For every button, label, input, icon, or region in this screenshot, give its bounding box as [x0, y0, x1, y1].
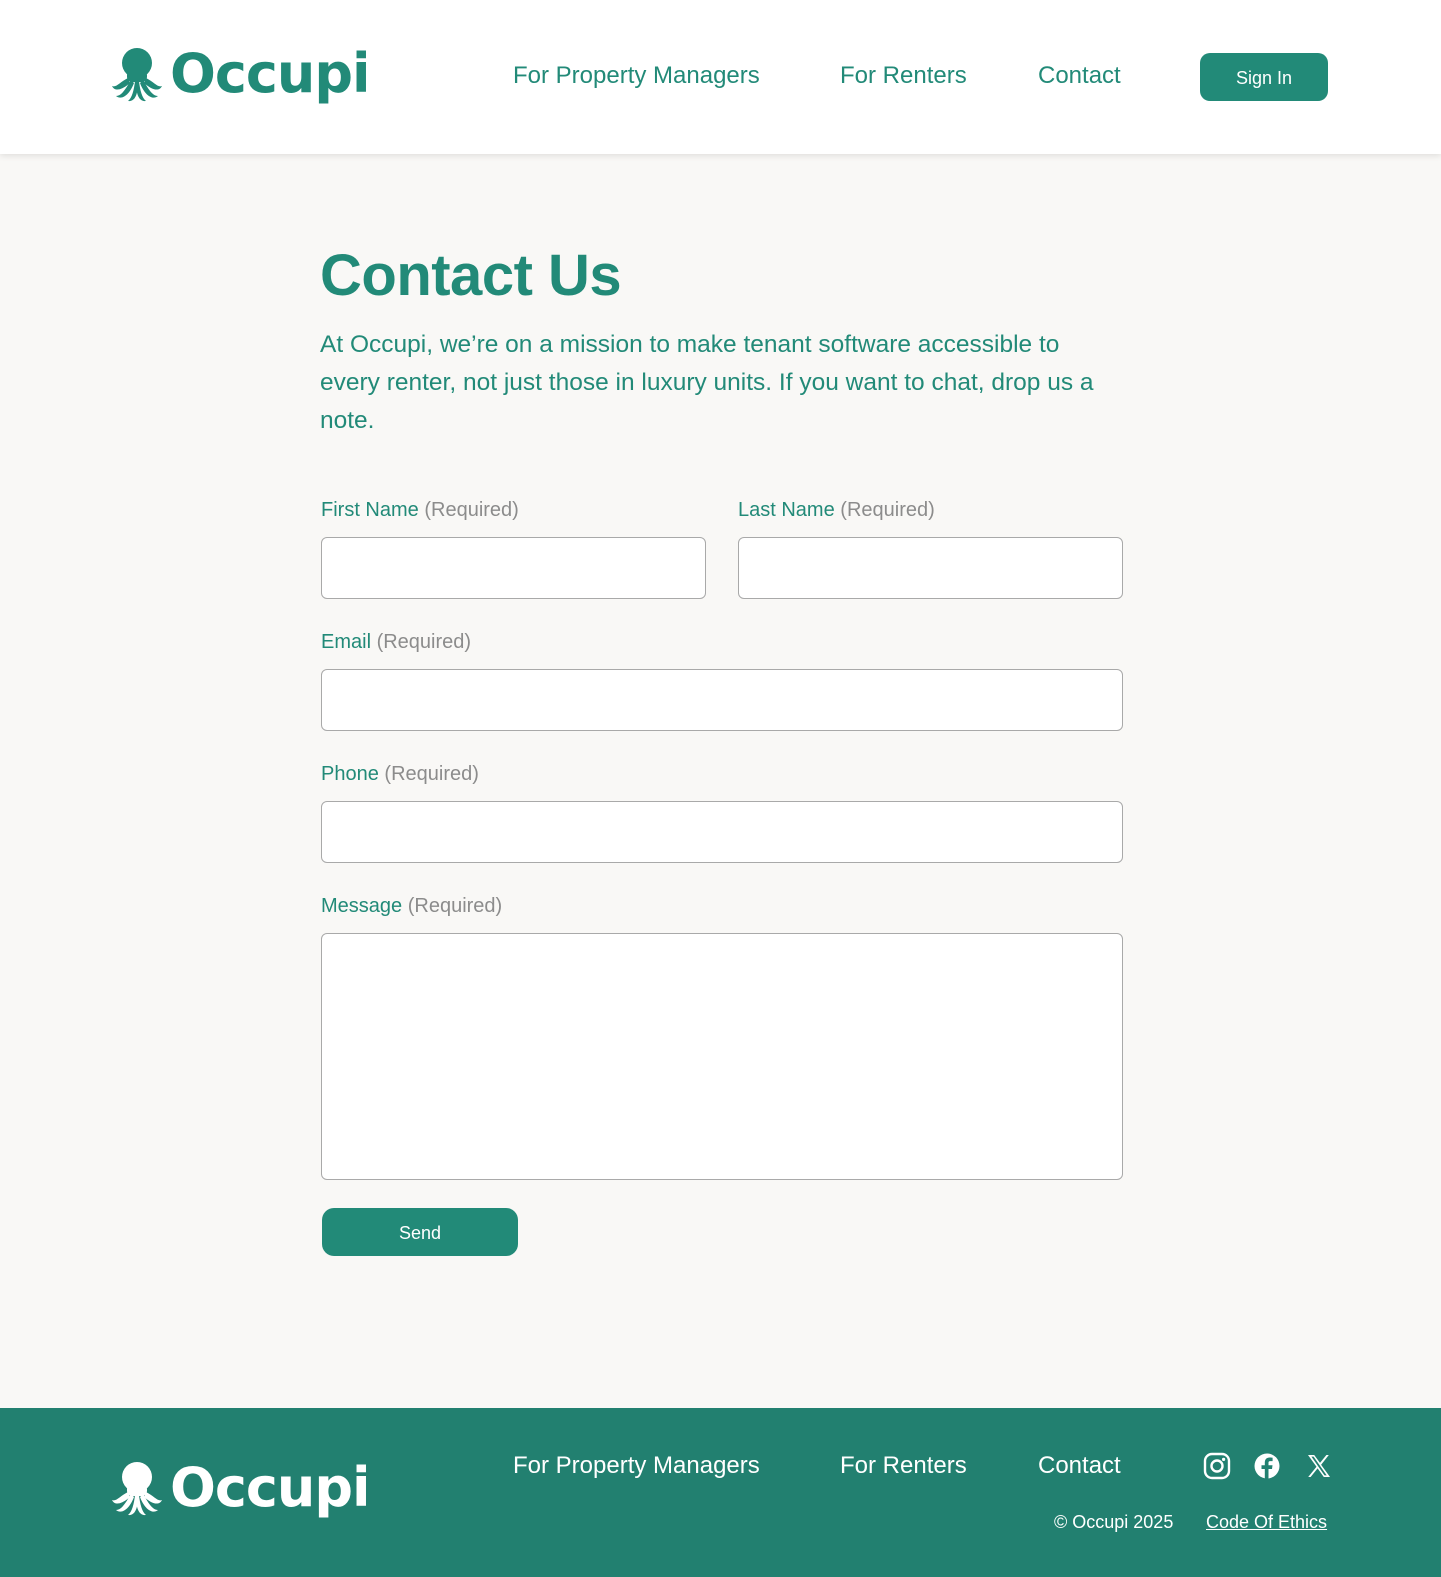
logo-text: Occupi [170, 42, 371, 105]
last-name-label: Last Name (Required) [738, 497, 935, 523]
footer-nav-renters[interactable]: For Renters [840, 1450, 967, 1482]
intro-text: At Occupi, we’re on a mission to make te… [320, 331, 1094, 434]
copyright-text: © Occupi 2025 [1054, 1512, 1174, 1532]
octopus-icon [112, 48, 162, 102]
footer-logo[interactable]: Occupi [112, 1456, 371, 1519]
phone-label: Phone (Required) [321, 761, 479, 787]
message-label-text: Message [321, 895, 403, 917]
octopus-icon [112, 1462, 162, 1516]
required-hint: (Required) [407, 895, 503, 917]
footer-nav-contact[interactable]: Contact [1038, 1450, 1121, 1482]
message-label: Message (Required) [321, 893, 502, 919]
email-label-text: Email [321, 631, 372, 653]
instagram-icon[interactable] [1203, 1452, 1231, 1480]
email-input[interactable] [321, 669, 1123, 731]
site-header: Occupi For Property Managers For Renters… [0, 0, 1441, 154]
site-footer: Occupi For Property Managers For Renters… [0, 1408, 1441, 1577]
required-hint: (Required) [424, 499, 519, 521]
x-icon[interactable] [1305, 1452, 1333, 1480]
code-of-ethics-link[interactable]: Code Of Ethics [1206, 1510, 1327, 1534]
required-hint: (Required) [840, 499, 935, 521]
message-textarea[interactable] [321, 933, 1123, 1180]
phone-label-text: Phone [321, 763, 379, 785]
required-hint: (Required) [384, 763, 479, 785]
first-name-label-text: First Name [321, 499, 419, 521]
logo-text: Occupi [170, 1456, 371, 1519]
first-name-label: First Name (Required) [321, 497, 519, 523]
page-title: Contact Us [320, 243, 622, 308]
nav-renters[interactable]: For Renters [840, 60, 967, 92]
nav-property-managers[interactable]: For Property Managers [513, 60, 760, 92]
facebook-icon[interactable] [1253, 1452, 1281, 1480]
footer-nav-property-managers[interactable]: For Property Managers [513, 1450, 760, 1482]
last-name-input[interactable] [738, 537, 1123, 599]
required-hint: (Required) [376, 631, 472, 653]
header-logo[interactable]: Occupi [112, 42, 371, 105]
sign-in-button[interactable]: Sign In [1200, 53, 1328, 101]
last-name-label-text: Last Name [738, 499, 835, 521]
email-label: Email (Required) [321, 629, 471, 655]
phone-input[interactable] [321, 801, 1123, 863]
send-button[interactable]: Send [322, 1208, 518, 1256]
nav-contact[interactable]: Contact [1038, 60, 1121, 92]
first-name-input[interactable] [321, 537, 706, 599]
